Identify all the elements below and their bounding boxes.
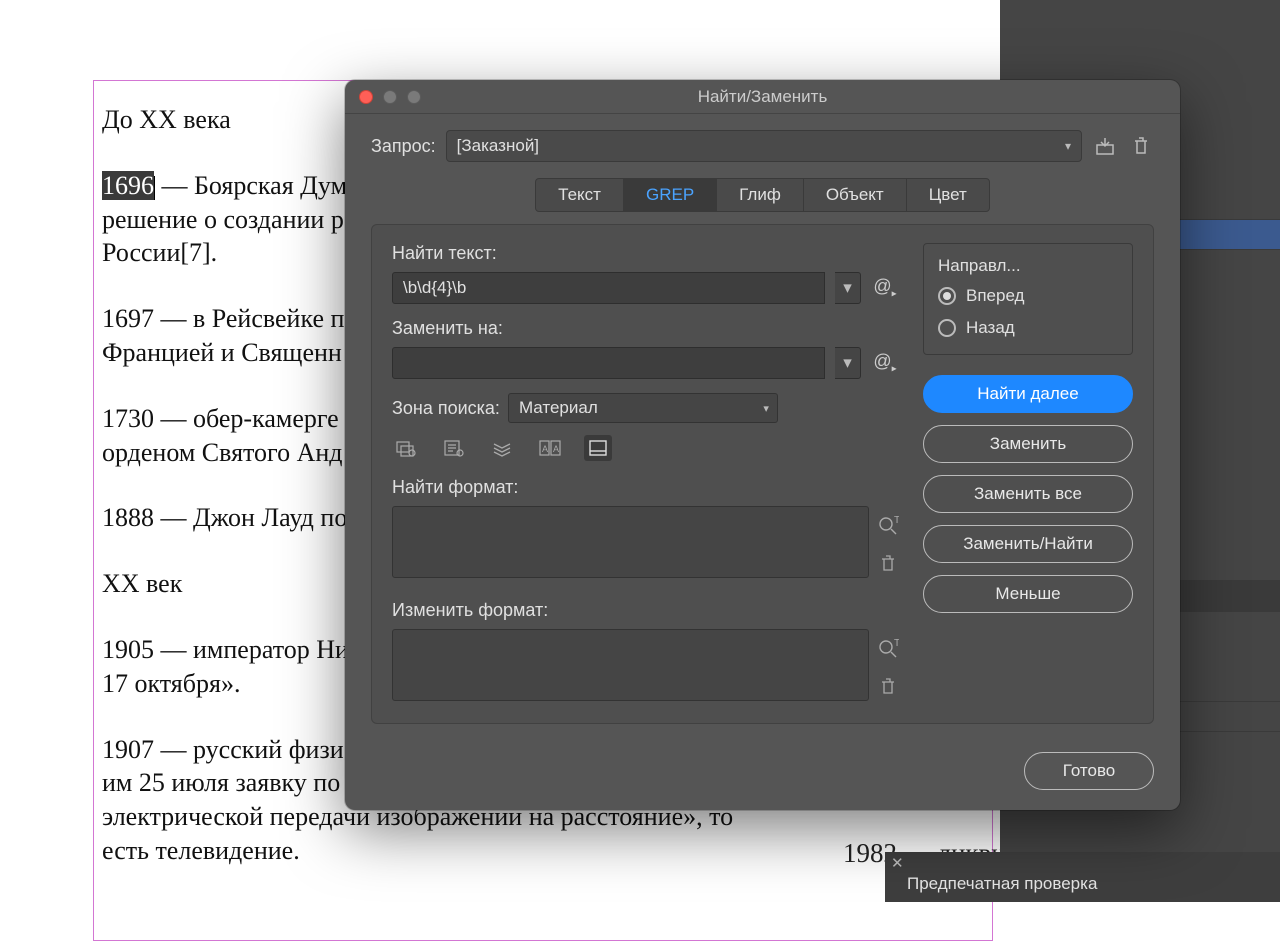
scope-label: Зона поиска: [392,398,500,419]
query-value: [Заказной] [457,136,539,156]
chevron-down-icon: ▾ [1065,139,1071,153]
less-options-button[interactable]: Меньше [923,575,1133,613]
replace-text-label: Заменить на: [392,318,899,339]
find-format-box[interactable] [392,506,869,578]
dialog-title: Найти/Заменить [345,87,1180,107]
find-text-input[interactable]: \b\d{4}\b [392,272,825,304]
option-locked-layers-icon[interactable] [392,435,420,461]
option-hidden-layers-icon[interactable] [488,435,516,461]
replace-history-dropdown[interactable]: ▾ [835,347,861,379]
tab-text[interactable]: Текст [535,178,624,212]
save-query-icon[interactable] [1092,133,1118,159]
query-dropdown[interactable]: [Заказной] ▾ [446,130,1082,162]
change-format-label: Изменить формат: [392,600,899,621]
replace-find-button[interactable]: Заменить/Найти [923,525,1133,563]
search-type-tabs: Текст GREP Глиф Объект Цвет [371,178,1154,212]
main-panel: Найти текст: \b\d{4}\b ▾ @▸ Заменить на:… [371,224,1154,724]
find-history-dropdown[interactable]: ▾ [835,272,861,304]
replace-all-button[interactable]: Заменить все [923,475,1133,513]
special-chars-icon[interactable]: @▸ [871,276,899,300]
svg-text:T: T [894,638,899,649]
radio-checked-icon [938,287,956,305]
replace-button[interactable]: Заменить [923,425,1133,463]
svg-text:T: T [894,515,899,526]
change-format-box[interactable] [392,629,869,701]
specify-format-icon[interactable]: T [877,515,899,535]
find-next-button[interactable]: Найти далее [923,375,1133,413]
tab-glyph[interactable]: Глиф [716,178,804,212]
delete-query-icon[interactable] [1128,133,1154,159]
scope-dropdown[interactable]: Материал ▾ [508,393,778,423]
chevron-down-icon: ▾ [763,402,769,415]
direction-backward-radio[interactable]: Назад [938,318,1118,338]
option-locked-stories-icon[interactable] [440,435,468,461]
preflight-title: Предпечатная проверка [885,852,1280,894]
special-chars-icon[interactable]: @▸ [871,351,899,375]
option-footnotes-icon[interactable] [584,435,612,461]
clear-format-icon[interactable] [880,678,896,696]
clear-format-icon[interactable] [880,555,896,573]
direction-forward-radio[interactable]: Вперед [938,286,1118,306]
direction-fieldset: Направл... Вперед Назад [923,243,1133,355]
tab-color[interactable]: Цвет [906,178,990,212]
tab-object[interactable]: Объект [803,178,907,212]
svg-text:А: А [553,444,559,454]
dialog-titlebar[interactable]: Найти/Заменить [345,80,1180,114]
done-button[interactable]: Готово [1024,752,1154,790]
find-text-label: Найти текст: [392,243,899,264]
close-icon[interactable]: ✕ [891,854,904,872]
radio-unchecked-icon [938,319,956,337]
option-master-pages-icon[interactable]: AА [536,435,564,461]
replace-text-input[interactable] [392,347,825,379]
find-replace-dialog: Найти/Заменить Запрос: [Заказной] ▾ Тек [345,80,1180,810]
preflight-panel: ✕ Предпечатная проверка [885,852,1280,902]
found-match-highlight: 1696 [102,171,154,200]
query-label: Запрос: [371,136,436,157]
svg-text:A: A [542,444,548,454]
tab-grep[interactable]: GREP [623,178,717,212]
find-format-label: Найти формат: [392,477,899,498]
direction-legend: Направл... [938,256,1118,276]
specify-format-icon[interactable]: T [877,638,899,658]
